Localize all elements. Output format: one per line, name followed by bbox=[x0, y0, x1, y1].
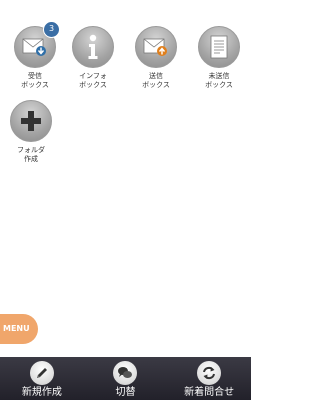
pencil-icon bbox=[29, 361, 54, 385]
bottom-toolbar: 新規作成 切替 新着問合せ bbox=[0, 357, 251, 400]
switch-button[interactable]: 切替 bbox=[85, 357, 165, 399]
compose-button[interactable]: 新規作成 bbox=[2, 357, 82, 399]
folder-label-info: インフォ ボックス bbox=[79, 72, 107, 89]
folder-label-outbox: 送信 ボックス bbox=[142, 72, 170, 89]
outbox-envelope-icon bbox=[135, 26, 177, 68]
draft-document-icon bbox=[198, 26, 240, 68]
refresh-arrows-icon bbox=[197, 361, 222, 385]
info-icon bbox=[72, 26, 114, 68]
check-new-mail-button[interactable]: 新着問合せ bbox=[169, 357, 249, 399]
chat-bubbles-icon bbox=[113, 361, 138, 385]
folder-info[interactable]: インフォ ボックス bbox=[62, 26, 124, 90]
inbox-envelope-icon: 3 bbox=[14, 21, 60, 68]
plus-icon bbox=[10, 100, 52, 142]
check-new-mail-label: 新着問合せ bbox=[184, 387, 235, 398]
folder-drafts[interactable]: 未送信 ボックス bbox=[188, 26, 250, 90]
compose-label: 新規作成 bbox=[21, 387, 62, 398]
create-folder-button[interactable]: フォルダ 作成 bbox=[0, 100, 62, 164]
folder-outbox[interactable]: 送信 ボックス bbox=[125, 26, 187, 90]
menu-button[interactable]: MENU bbox=[0, 314, 38, 344]
folder-label-inbox: 受信 ボックス bbox=[21, 72, 49, 89]
folder-label-create: フォルダ 作成 bbox=[17, 146, 45, 163]
switch-label: 切替 bbox=[115, 387, 136, 398]
unread-count-badge: 3 bbox=[43, 21, 60, 38]
folder-label-drafts: 未送信 ボックス bbox=[205, 72, 233, 89]
folder-inbox[interactable]: 3 受信 ボックス bbox=[4, 21, 66, 90]
